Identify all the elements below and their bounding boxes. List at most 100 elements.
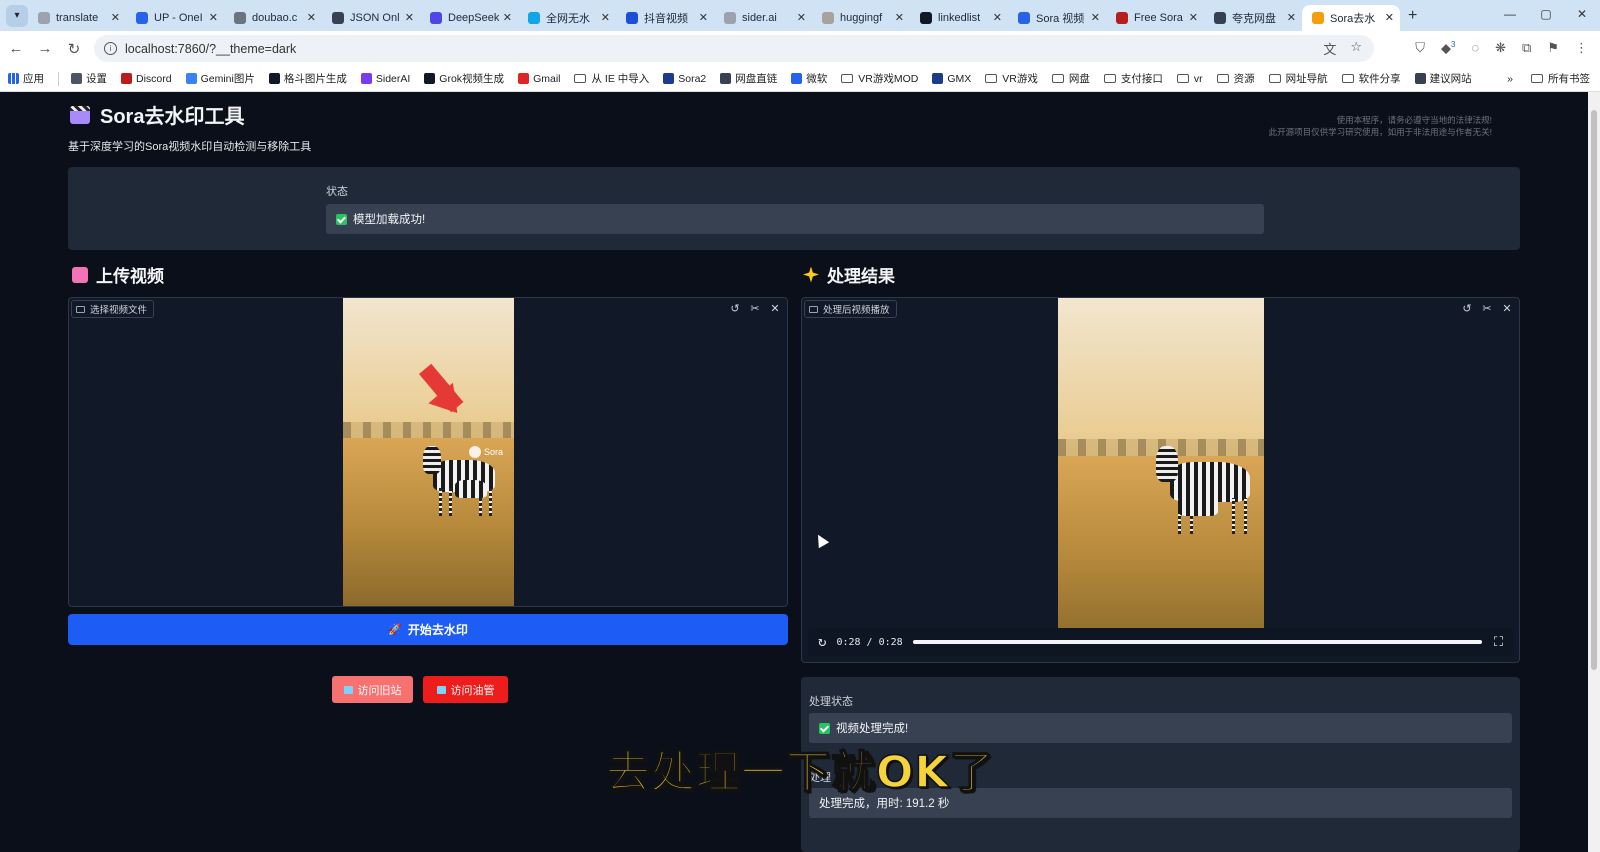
menu-kebab-icon[interactable]: ⋮ <box>1575 40 1588 56</box>
browser-tab[interactable]: 抖音视频 ✕ <box>616 5 714 31</box>
browser-tab[interactable]: 全网无水 ✕ <box>518 5 616 31</box>
chat-extension-icon[interactable]: ◌ <box>1471 40 1479 56</box>
bookmark-item[interactable]: 从 IE 中导入 <box>574 71 649 86</box>
undo-icon[interactable]: ↺ <box>727 300 743 316</box>
bookmark-item[interactable]: Discord <box>121 73 172 85</box>
tab-close-icon[interactable]: ✕ <box>1091 11 1100 24</box>
forward-button[interactable]: → <box>32 40 58 57</box>
bookmark-item[interactable]: 网址导航 <box>1268 71 1328 86</box>
scrollbar-thumb[interactable] <box>1591 110 1597 670</box>
tab-title: sider.ai <box>742 11 777 24</box>
browser-tab[interactable]: Sora 视频 ✕ <box>1008 5 1106 31</box>
new-tab-button[interactable]: + <box>1408 7 1417 25</box>
clear-icon[interactable]: ✕ <box>1499 300 1515 316</box>
translate-extension-icon[interactable]: ⚑ <box>1547 40 1559 56</box>
fullscreen-icon[interactable]: ⛶ <box>1494 635 1503 650</box>
all-bookmarks[interactable]: » 所有书签 <box>1507 71 1590 86</box>
browser-tab[interactable]: Sora去水 ✕ <box>1302 4 1400 31</box>
tab-close-icon[interactable]: ✕ <box>307 11 316 24</box>
tab-close-icon[interactable]: ✕ <box>699 11 708 24</box>
browser-tab[interactable]: doubao.c ✕ <box>224 5 322 31</box>
tab-close-icon[interactable]: ✕ <box>1189 11 1198 24</box>
url-bar[interactable]: i localhost:7860/?__theme=dark 文 ☆ <box>94 35 1374 62</box>
scissors-icon[interactable]: ✂ <box>1479 300 1495 316</box>
bookmark-item[interactable]: 建议网站 <box>1414 71 1472 86</box>
tab-close-icon[interactable]: ✕ <box>895 11 904 24</box>
output-video-frame[interactable] <box>1058 298 1264 650</box>
tab-close-icon[interactable]: ✕ <box>1385 11 1394 24</box>
undo-icon[interactable]: ↺ <box>1459 300 1475 316</box>
folder-icon <box>1176 74 1189 83</box>
translate-icon[interactable]: 文 <box>1323 39 1336 58</box>
bookmark-item[interactable]: Gemini图片 <box>185 71 255 86</box>
input-video-frame[interactable]: Sora <box>343 298 514 606</box>
badge-extension-icon[interactable]: ◆3 <box>1441 40 1455 56</box>
reload-button[interactable]: ↻ <box>61 40 87 58</box>
page-scrollbar[interactable] <box>1588 92 1600 852</box>
bookmark-star-icon[interactable]: ☆ <box>1350 39 1362 58</box>
browser-tab[interactable]: DeepSeek ✕ <box>420 5 518 31</box>
seek-bar[interactable] <box>912 640 1482 644</box>
minimize-button[interactable]: — <box>1492 0 1528 28</box>
bookmark-item[interactable]: 网盘直链 <box>720 71 777 86</box>
tab-close-icon[interactable]: ✕ <box>405 11 414 24</box>
bookmark-item[interactable]: Sora2 <box>663 73 706 85</box>
browser-tab[interactable]: sider.ai ✕ <box>714 5 812 31</box>
tab-close-icon[interactable]: ✕ <box>111 11 120 24</box>
bookmark-item[interactable]: 设置 <box>71 71 107 86</box>
tab-title: DeepSeek <box>448 11 499 24</box>
puzzle-extension-icon[interactable]: ⧉ <box>1522 40 1531 56</box>
upload-panel-label-text: 选择视频文件 <box>90 305 148 316</box>
tab-close-icon[interactable]: ✕ <box>993 11 1002 24</box>
bookmark-item[interactable]: vr <box>1176 73 1203 85</box>
tab-close-icon[interactable]: ✕ <box>601 11 610 24</box>
close-window-button[interactable]: ✕ <box>1564 0 1600 28</box>
browser-tab[interactable]: 夸克网盘 ✕ <box>1204 5 1302 31</box>
bookmark-item[interactable]: Grok视频生成 <box>424 71 504 86</box>
brain-extension-icon[interactable]: ❋ <box>1495 40 1506 56</box>
upload-video-panel[interactable]: 选择视频文件 ↺ ✂ ✕ Sora <box>68 297 788 607</box>
browser-tab[interactable]: UP - OneI ✕ <box>126 5 224 31</box>
back-button[interactable]: ← <box>3 40 29 57</box>
shield-extension-icon[interactable]: ⛉ <box>1415 40 1425 56</box>
start-watermark-removal-button[interactable]: 🚀 开始去水印 <box>68 614 788 645</box>
status-textbox[interactable]: 模型加载成功! <box>326 204 1264 234</box>
bookmark-item[interactable]: 格斗图片生成 <box>268 71 347 86</box>
process-status-label: 处理状态 <box>809 696 853 708</box>
bookmark-favicon-icon <box>932 73 944 84</box>
bookmark-item[interactable]: 网盘 <box>1051 71 1090 86</box>
bookmark-item[interactable]: Gmail <box>518 73 560 85</box>
tab-close-icon[interactable]: ✕ <box>797 11 806 24</box>
tab-search-button[interactable]: ▾ <box>6 4 28 27</box>
clear-icon[interactable]: ✕ <box>767 300 783 316</box>
bookmark-label: 微软 <box>806 73 828 85</box>
visit-youtube-button[interactable]: 访问油管 <box>423 676 508 703</box>
browser-tab[interactable]: Free Sora ✕ <box>1106 5 1204 31</box>
bookmark-item[interactable]: SiderAI <box>360 73 410 85</box>
bookmark-item[interactable]: 软件分享 <box>1341 71 1401 86</box>
bookmark-item[interactable]: 应用 <box>8 71 44 86</box>
bookmark-label: Discord <box>136 72 172 85</box>
browser-tab[interactable]: translate ✕ <box>28 5 126 31</box>
bookmark-item[interactable]: VR游戏 <box>985 71 1038 86</box>
replay-icon[interactable]: ↻ <box>818 634 826 650</box>
folder-icon <box>1216 74 1229 83</box>
browser-tab[interactable]: linkedlist ✕ <box>910 5 1008 31</box>
bookmark-item[interactable]: 微软 <box>791 71 827 86</box>
site-info-icon[interactable]: i <box>104 42 117 55</box>
scissors-icon[interactable]: ✂ <box>747 300 763 316</box>
bookmark-item[interactable]: GMX <box>932 73 971 85</box>
maximize-button[interactable]: ▢ <box>1528 0 1564 28</box>
tab-favicon-icon <box>1116 11 1128 24</box>
bookmark-item[interactable]: 资源 <box>1216 71 1255 86</box>
result-video-panel[interactable]: 处理后视频播放 ↺ ✂ ✕ ↻ 0:28 / 0:28 ⛶ <box>801 297 1520 663</box>
tab-close-icon[interactable]: ✕ <box>209 11 218 24</box>
bookmark-item[interactable]: VR游戏MOD <box>841 71 918 86</box>
more-bookmarks-chevron-icon[interactable]: » <box>1507 73 1513 85</box>
browser-tab[interactable]: huggingf ✕ <box>812 5 910 31</box>
tab-close-icon[interactable]: ✕ <box>503 11 512 24</box>
tab-close-icon[interactable]: ✕ <box>1287 11 1296 24</box>
bookmark-item[interactable]: 支付接口 <box>1103 71 1163 86</box>
browser-tab[interactable]: JSON Onl ✕ <box>322 5 420 31</box>
visit-old-site-button[interactable]: 访问旧站 <box>332 676 413 703</box>
